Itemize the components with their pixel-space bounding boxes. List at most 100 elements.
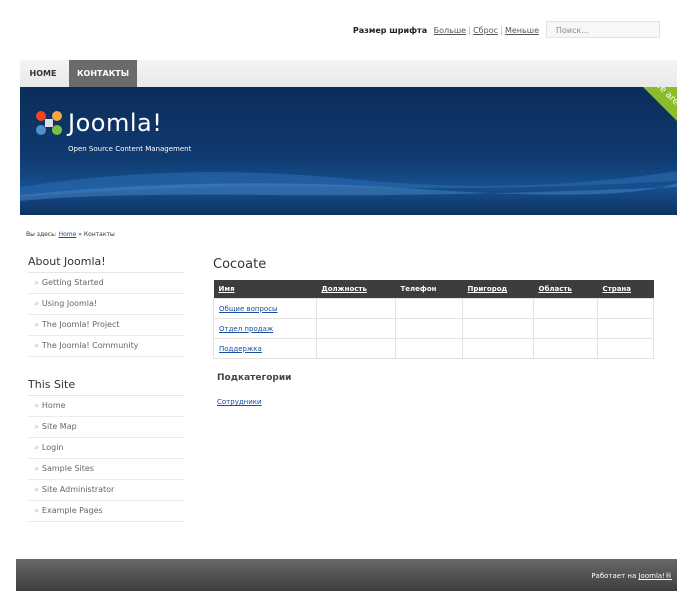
breadcrumb-prefix: Вы здесь: bbox=[26, 231, 57, 238]
main-nav: HOME КОНТАКТЫ bbox=[20, 60, 677, 87]
column-header-state[interactable]: Область bbox=[533, 280, 598, 299]
bullet-icon: » bbox=[34, 464, 39, 473]
sidebar: About Joomla! » Getting Started » Using Jo… bbox=[28, 252, 184, 522]
breadcrumb-home-link[interactable]: Home bbox=[59, 231, 77, 238]
sidebar-item-label: Site Administrator bbox=[41, 485, 115, 494]
sort-link[interactable]: Пригород bbox=[468, 285, 508, 293]
column-header-suburb[interactable]: Пригород bbox=[462, 280, 534, 299]
column-header-position[interactable]: Должность bbox=[316, 280, 396, 299]
header-banner: Joomla! Open Source Content Management W… bbox=[20, 87, 677, 215]
sidebar-item-label: Home bbox=[41, 401, 66, 410]
top-bar: Размер шрифта Больше Сброс Меньше Поиск... bbox=[0, 0, 677, 60]
logo-tagline: Open Source Content Management bbox=[68, 145, 192, 153]
search-input[interactable]: Поиск... bbox=[546, 21, 660, 38]
logo-wordmark: Joomla! bbox=[68, 109, 163, 137]
font-size-label: Размер шрифта bbox=[352, 26, 428, 35]
category-link[interactable]: Общие вопросы bbox=[219, 305, 278, 313]
joomla-logo[interactable]: Joomla! Open Source Content Management bbox=[34, 109, 191, 153]
bullet-icon: » bbox=[34, 443, 39, 452]
category-link[interactable]: Поддержка bbox=[219, 345, 262, 353]
table-cell bbox=[395, 298, 463, 319]
sidebar-item-home[interactable]: » Home bbox=[28, 396, 184, 417]
font-smaller-link[interactable]: Меньше bbox=[505, 26, 539, 35]
sort-link[interactable]: Область bbox=[539, 285, 572, 293]
table-row: Поддержка bbox=[213, 338, 654, 359]
table-cell: Отдел продаж bbox=[213, 318, 317, 339]
table-row: Отдел продаж bbox=[213, 318, 654, 339]
table-cell bbox=[533, 298, 598, 319]
table-cell bbox=[597, 298, 654, 319]
sidebar-item-label: The Joomla! Project bbox=[41, 320, 120, 329]
sidebar-item-example-pages[interactable]: » Example Pages bbox=[28, 501, 184, 522]
sidebar-item-label: Using Joomla! bbox=[41, 299, 98, 308]
separator bbox=[500, 26, 502, 35]
table-cell bbox=[316, 298, 396, 319]
table-cell bbox=[597, 338, 654, 359]
nav-tab-home[interactable]: HOME bbox=[20, 60, 66, 87]
breadcrumb: Вы здесь: Home » Контакты bbox=[26, 231, 115, 238]
table-cell bbox=[462, 338, 534, 359]
banner-wave bbox=[20, 171, 677, 201]
sidebar-item-site-map[interactable]: » Site Map bbox=[28, 417, 184, 438]
sidebar-item-joomla-project[interactable]: » The Joomla! Project bbox=[28, 315, 184, 336]
sidebar-item-label: Getting Started bbox=[41, 278, 104, 287]
table-cell: Общие вопросы bbox=[213, 298, 317, 319]
sidebar-about-title: About Joomla! bbox=[28, 252, 184, 273]
table-row: Общие вопросы bbox=[213, 298, 654, 319]
table-cell bbox=[533, 318, 598, 339]
table-cell bbox=[597, 318, 654, 339]
subcategory-item: Сотрудники bbox=[217, 398, 654, 406]
footer: Работает на Joomla!® bbox=[16, 559, 677, 591]
bullet-icon: » bbox=[34, 485, 39, 494]
table-cell: Поддержка bbox=[213, 338, 317, 359]
sidebar-item-site-administrator[interactable]: » Site Administrator bbox=[28, 480, 184, 501]
about-menu: » Getting Started » Using Joomla! » The Joo… bbox=[28, 273, 184, 357]
table-cell bbox=[395, 338, 463, 359]
separator bbox=[469, 26, 471, 35]
table-cell bbox=[462, 318, 534, 339]
page-title: Cocoate bbox=[213, 257, 267, 272]
category-link[interactable]: Отдел продаж bbox=[219, 325, 273, 333]
bullet-icon: » bbox=[34, 299, 39, 308]
bullet-icon: » bbox=[34, 341, 39, 350]
font-reset-link[interactable]: Сброс bbox=[473, 26, 498, 35]
sidebar-item-label: Sample Sites bbox=[41, 464, 94, 473]
sort-link[interactable]: Имя bbox=[219, 285, 235, 293]
sidebar-item-label: Login bbox=[41, 443, 64, 452]
sidebar-item-sample-sites[interactable]: » Sample Sites bbox=[28, 459, 184, 480]
footer-credit: Работает на Joomla!® bbox=[591, 572, 672, 580]
table-cell bbox=[462, 298, 534, 319]
sidebar-item-using-joomla[interactable]: » Using Joomla! bbox=[28, 294, 184, 315]
breadcrumb-current: Контакты bbox=[83, 231, 115, 238]
subcategories-heading: Подкатегории bbox=[217, 373, 292, 383]
table-cell bbox=[395, 318, 463, 339]
sort-link[interactable]: Должность bbox=[322, 285, 367, 293]
site-menu: » Home » Site Map » Login » Sample Sites » Si… bbox=[28, 396, 184, 522]
subcategory-link[interactable]: Сотрудники bbox=[217, 398, 262, 406]
footer-joomla-link[interactable]: Joomla!® bbox=[639, 572, 673, 580]
sidebar-item-getting-started[interactable]: » Getting Started bbox=[28, 273, 184, 294]
footer-text: Работает на bbox=[591, 572, 637, 580]
main-content: Cocoate Имя Должность Телефон Пригород О… bbox=[213, 252, 654, 406]
bullet-icon: » bbox=[34, 506, 39, 515]
sidebar-item-login[interactable]: » Login bbox=[28, 438, 184, 459]
column-header-country[interactable]: Страна bbox=[597, 280, 654, 299]
contacts-table: Имя Должность Телефон Пригород Область С… bbox=[213, 280, 654, 359]
sidebar-item-joomla-community[interactable]: » The Joomla! Community bbox=[28, 336, 184, 357]
bullet-icon: » bbox=[34, 320, 39, 329]
sort-link[interactable]: Страна bbox=[603, 285, 632, 293]
table-cell bbox=[316, 338, 396, 359]
nav-tab-contacts[interactable]: КОНТАКТЫ bbox=[69, 60, 137, 87]
sidebar-item-label: The Joomla! Community bbox=[41, 341, 139, 350]
sidebar-item-label: Site Map bbox=[41, 422, 77, 431]
bullet-icon: » bbox=[34, 278, 39, 287]
table-cell bbox=[533, 338, 598, 359]
sidebar-item-label: Example Pages bbox=[41, 506, 103, 515]
breadcrumb-separator: » bbox=[78, 231, 82, 238]
column-header-phone: Телефон bbox=[395, 280, 463, 299]
bullet-icon: » bbox=[34, 401, 39, 410]
font-size-controls: Размер шрифта Больше Сброс Меньше bbox=[353, 26, 540, 35]
column-header-name[interactable]: Имя bbox=[213, 280, 317, 299]
font-bigger-link[interactable]: Больше bbox=[434, 26, 466, 35]
